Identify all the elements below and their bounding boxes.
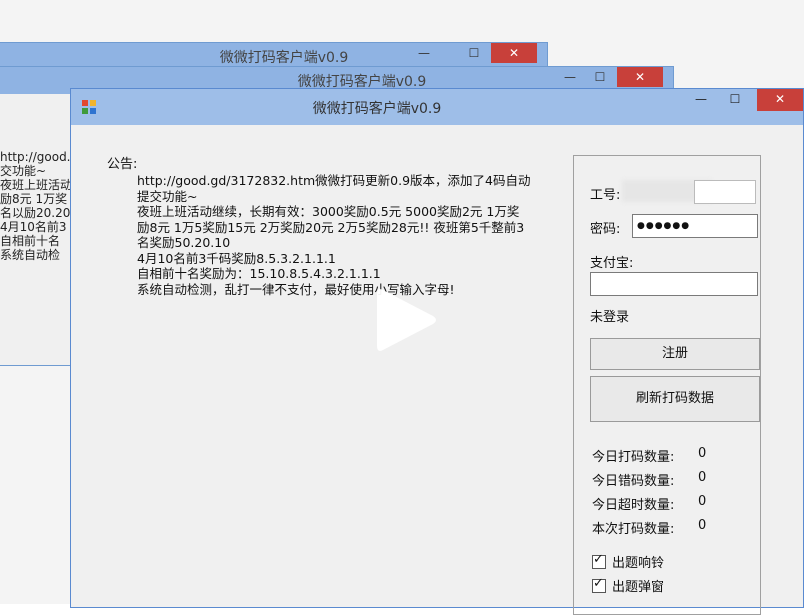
- register-button[interactable]: 注册: [590, 338, 760, 370]
- checkbox-box[interactable]: ✓: [592, 552, 606, 569]
- notice-label: 公告:: [107, 157, 138, 172]
- window-title: 微微打码客户端v0.9: [312, 101, 442, 117]
- background-window-1-close-button[interactable]: ✕: [491, 43, 537, 63]
- stat-value: 0: [698, 446, 707, 461]
- checkbox-label: 出题响铃: [612, 556, 665, 571]
- main-window-titlebar[interactable]: 微微打码客户端v0.9 — ☐ ✕: [71, 89, 803, 125]
- login-panel: 工号: 密码: ●●●●●● 支付宝: 未登录 注册 刷新打码数据 今日打码数量…: [573, 155, 761, 615]
- notice-line: 4月10名前3千码奖励8.5.3.2.1.1.1: [137, 250, 336, 266]
- stat-value: 0: [698, 494, 707, 509]
- stat-label: 今日打码数量:: [592, 450, 675, 465]
- check-icon: ✓: [593, 576, 604, 591]
- notice-line: http://good.gd/3172832.htm微微打码更新0.9版本，添加…: [137, 173, 531, 188]
- notice-text: http://good.gd/3172832.htm微微打码更新0.9版本，添加…: [137, 173, 557, 297]
- checkbox-label: 出题弹窗: [612, 580, 665, 595]
- notice-line: 励8元 1万5奖励15元 2万奖励20元 2万5奖励28元!! 夜班第5千整前3: [137, 219, 525, 235]
- stat-value: 0: [698, 518, 707, 533]
- alipay-field[interactable]: [590, 272, 758, 296]
- notice-line: 自相前十名奖励为：15.10.8.5.4.3.2.1.1.1: [137, 266, 381, 281]
- popup-on-task-checkbox[interactable]: ✓ 出题弹窗: [592, 576, 664, 595]
- stat-session-count: 本次打码数量: 0: [592, 518, 706, 537]
- password-label: 密码:: [590, 222, 621, 237]
- stat-today-errors: 今日错码数量: 0: [592, 470, 706, 489]
- background-window-2-close-button[interactable]: ✕: [617, 67, 663, 87]
- background-notice-line: 交功能~: [0, 164, 47, 178]
- background-notice-line: 励8元 1万奖: [0, 192, 68, 206]
- background-notice-line: 名以励20.20: [0, 206, 71, 220]
- notice-line: 提交功能~: [137, 188, 198, 204]
- background-notice-line: 4月10名前3: [0, 220, 67, 234]
- background-window-2-minimize-button[interactable]: —: [557, 67, 583, 87]
- stat-label: 今日错码数量:: [592, 474, 675, 489]
- background-window-1-maximize-button[interactable]: ☐: [461, 43, 487, 63]
- background-notice-text: http://good.c 交功能~ 夜班上班活动 励8元 1万奖 名以励20.…: [0, 150, 72, 280]
- id-label: 工号:: [590, 188, 621, 203]
- background-notice-line: 夜班上班活动: [0, 178, 72, 192]
- maximize-button[interactable]: ☐: [721, 89, 749, 111]
- play-icon[interactable]: [373, 284, 439, 356]
- login-status: 未登录: [590, 310, 630, 325]
- check-icon: ✓: [593, 552, 604, 567]
- background-window-1-minimize-button[interactable]: —: [411, 43, 437, 63]
- background-notice-line: 自相前十名: [0, 234, 61, 248]
- minimize-button[interactable]: —: [687, 89, 715, 111]
- alipay-label: 支付宝:: [590, 256, 634, 271]
- background-notice-line: http://good.c: [0, 150, 72, 164]
- stat-label: 今日超时数量:: [592, 498, 675, 513]
- id-field[interactable]: [694, 180, 756, 204]
- refresh-data-button[interactable]: 刷新打码数据: [590, 376, 760, 422]
- stat-label: 本次打码数量:: [592, 522, 675, 537]
- stat-today-count: 今日打码数量: 0: [592, 446, 706, 465]
- checkbox-box[interactable]: ✓: [592, 576, 606, 593]
- password-field[interactable]: ●●●●●●: [632, 214, 758, 238]
- notice-line: 名奖励50.20.10: [137, 235, 231, 250]
- ring-on-task-checkbox[interactable]: ✓ 出题响铃: [592, 552, 664, 571]
- close-button[interactable]: ✕: [757, 89, 803, 111]
- background-notice-line: 系统自动检: [0, 248, 61, 262]
- stat-today-timeouts: 今日超时数量: 0: [592, 494, 706, 513]
- background-window-2-maximize-button[interactable]: ☐: [587, 67, 613, 87]
- stat-value: 0: [698, 470, 707, 485]
- notice-line: 夜班上班活动继续，长期有效：3000奖励0.5元 5000奖励2元 1万奖: [137, 204, 520, 219]
- notice-line: 系统自动检测，乱打一律不支付，最好使用小写输入字母!: [137, 281, 455, 297]
